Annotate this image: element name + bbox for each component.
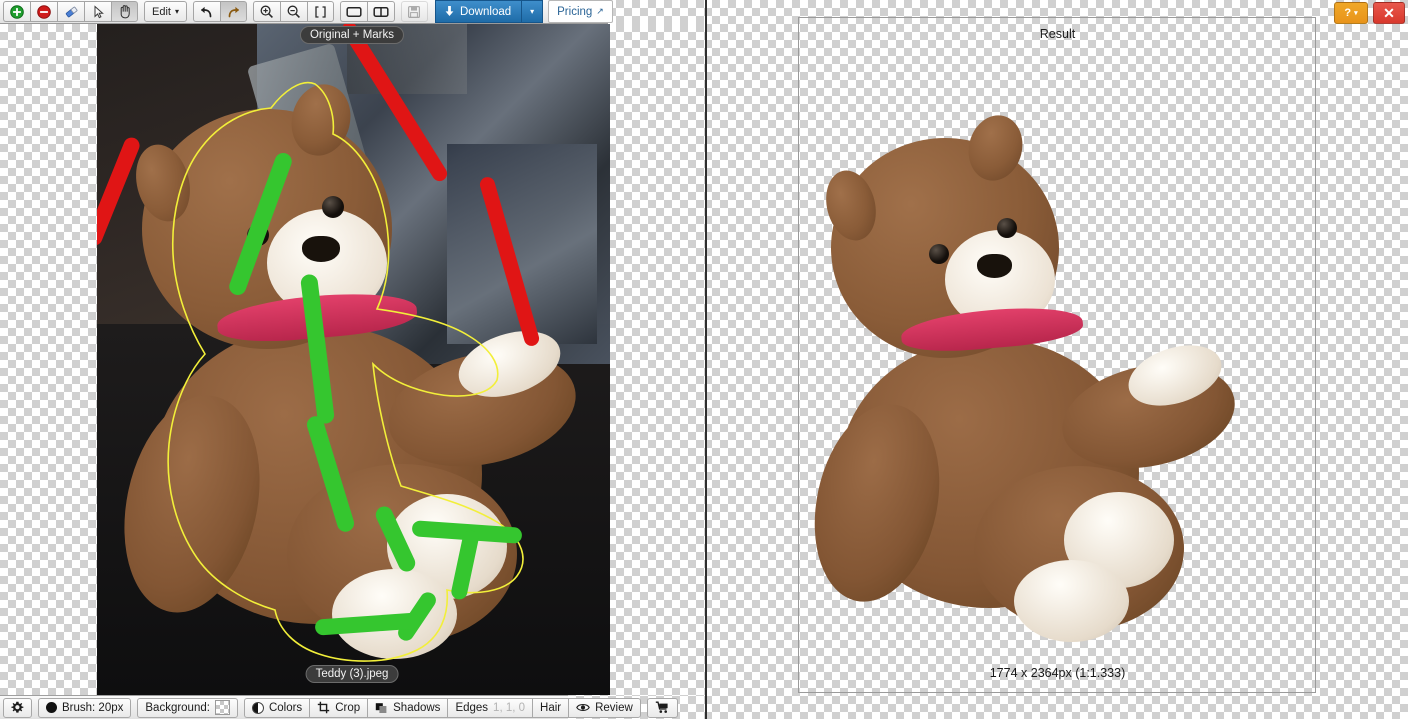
edges-values: 1, 1, 0	[493, 701, 526, 714]
download-label: Download	[459, 5, 512, 18]
zoom-out-icon	[288, 5, 301, 18]
original-image-canvas[interactable]	[97, 24, 610, 695]
crop-icon	[317, 701, 330, 714]
result-image-canvas	[797, 18, 1315, 692]
pricing-button[interactable]: Pricing ↗	[548, 0, 613, 23]
background-swatch[interactable]	[214, 700, 230, 715]
add-mark-tool[interactable]	[3, 1, 30, 22]
colors-label: Colors	[268, 701, 303, 714]
single-view-icon	[346, 6, 362, 17]
original-image-label: Original + Marks	[299, 26, 405, 44]
hair-button[interactable]: Hair	[532, 697, 569, 718]
background-label: Background:	[145, 701, 210, 714]
external-link-icon: ↗	[596, 6, 604, 16]
result-bear-eye-left	[929, 244, 949, 264]
result-pane[interactable]: Result 1774 x 2364px (1:1.333)	[707, 0, 1408, 719]
top-toolbar: Edit ▾ Download ▾ Pricing ↗	[0, 0, 613, 24]
zoom-in-icon	[261, 5, 274, 18]
download-options-button[interactable]: ▾	[521, 0, 544, 23]
edges-button[interactable]: Edges 1, 1, 0	[447, 697, 533, 718]
result-title: Result	[1039, 27, 1076, 41]
redo-button[interactable]	[219, 1, 247, 22]
save-button[interactable]	[400, 1, 428, 22]
save-group	[400, 1, 428, 23]
brush-dot-icon	[46, 702, 57, 713]
cart-group	[646, 697, 678, 718]
window-controls: ? ▾ ✕	[1334, 2, 1405, 24]
bottom-toolbar: Brush: 20px Background: Colors Crop Shad…	[0, 695, 678, 719]
shadows-label: Shadows	[393, 701, 441, 714]
original-filename-label: Teddy (3).jpeg	[305, 665, 399, 683]
result-bear-paw-left	[1014, 560, 1129, 642]
hair-label: Hair	[540, 701, 562, 714]
edit-menu-label: Edit	[152, 5, 171, 18]
brush-size-button[interactable]: Brush: 20px	[38, 697, 132, 718]
undo-arrow-icon	[200, 6, 212, 17]
selection-outline	[167, 81, 524, 662]
mark-tools-group	[3, 1, 138, 23]
contrast-circle-icon	[251, 701, 264, 714]
edges-label: Edges	[455, 701, 489, 714]
eye-icon	[576, 704, 590, 711]
eraser-icon	[65, 6, 77, 17]
review-label: Review	[595, 701, 633, 714]
minus-circle-red-icon	[37, 4, 51, 19]
edit-menu-group: Edit ▾	[144, 1, 187, 23]
remove-mark-tool[interactable]	[30, 1, 57, 22]
help-label: ?	[1344, 7, 1352, 19]
download-arrow-icon	[445, 6, 454, 16]
cart-button[interactable]	[646, 697, 678, 718]
pointer-tool[interactable]	[84, 1, 111, 22]
single-view-button[interactable]	[339, 1, 367, 22]
zoom-in-button[interactable]	[252, 1, 280, 22]
pricing-label: Pricing	[557, 5, 593, 18]
result-bear-eye-right	[997, 218, 1017, 238]
shopping-cart-icon	[655, 701, 668, 713]
colors-button[interactable]: Colors	[243, 697, 310, 718]
chevron-down-icon: ▾	[174, 7, 179, 16]
zoom-group	[252, 1, 334, 23]
redo-arrow-icon	[229, 6, 240, 17]
shadows-icon	[375, 702, 387, 713]
history-group	[192, 1, 247, 23]
download-group: Download ▾	[434, 0, 544, 23]
zoom-out-button[interactable]	[279, 1, 307, 22]
shadows-button[interactable]: Shadows	[367, 697, 448, 718]
fit-to-screen-icon	[315, 5, 326, 18]
close-button[interactable]: ✕	[1373, 2, 1405, 24]
pan-tool[interactable]	[111, 1, 138, 22]
adjust-group: Colors Crop Shadows Edges 1, 1, 0 Hair R…	[243, 697, 641, 718]
settings-gear-icon	[11, 701, 24, 713]
help-button[interactable]: ? ▾	[1334, 2, 1368, 24]
cursor-arrow-icon	[94, 4, 104, 18]
split-view-icon	[373, 6, 389, 17]
hand-icon	[120, 5, 130, 19]
chevron-down-icon: ▾	[530, 7, 535, 16]
save-disk-icon	[408, 5, 421, 18]
background-button[interactable]: Background:	[137, 697, 238, 718]
view-mode-group	[339, 1, 395, 23]
close-icon: ✕	[1383, 4, 1395, 21]
editor-pane[interactable]: Original + Marks Teddy (3).jpeg	[0, 24, 705, 695]
plus-circle-green-icon	[10, 4, 24, 19]
chevron-down-icon: ▾	[1354, 10, 1358, 17]
pane-divider[interactable]	[705, 0, 707, 719]
background-group: Background:	[137, 697, 238, 718]
crop-label: Crop	[335, 701, 361, 714]
result-dimensions-label: 1774 x 2364px (1:1.333)	[989, 666, 1126, 680]
result-bear-nose	[977, 254, 1012, 278]
undo-button[interactable]	[192, 1, 220, 22]
review-button[interactable]: Review	[568, 697, 641, 718]
result-image-frame[interactable]	[797, 17, 1316, 693]
brush-group: Brush: 20px	[38, 697, 132, 718]
fit-to-screen-button[interactable]	[306, 1, 334, 22]
settings-group	[3, 697, 32, 718]
crop-button[interactable]: Crop	[309, 697, 368, 718]
settings-button[interactable]	[3, 697, 32, 718]
eraser-tool[interactable]	[57, 1, 84, 22]
download-button[interactable]: Download	[434, 0, 522, 23]
edit-menu-button[interactable]: Edit ▾	[144, 1, 187, 22]
split-view-button[interactable]	[366, 1, 395, 22]
brush-size-label: Brush: 20px	[62, 701, 124, 714]
